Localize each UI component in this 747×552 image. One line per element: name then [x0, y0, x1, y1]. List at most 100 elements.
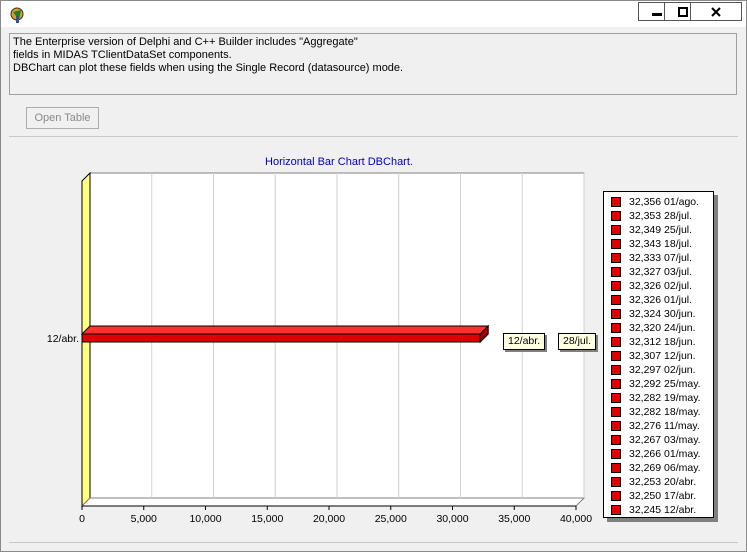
x-tick-label: 0: [79, 513, 85, 525]
legend-label: 32,327 03/jul.: [629, 266, 693, 278]
legend-label: 32,282 18/may.: [629, 406, 701, 418]
legend-item: 32,312 18/jun.: [604, 335, 713, 349]
legend-item: 32,326 01/jul.: [604, 293, 713, 307]
x-tick-label: 5,000: [131, 513, 157, 525]
legend-swatch: [611, 211, 621, 221]
info-panel: The Enterprise version of Delphi and C++…: [9, 33, 737, 95]
legend-item: 32,282 19/may.: [604, 391, 713, 405]
divider-bottom: [9, 542, 738, 543]
bar-mark-label: 28/jul.: [558, 333, 597, 350]
title-bar[interactable]: [1, 1, 746, 27]
legend-label: 32,320 24/jun.: [629, 322, 696, 334]
legend-label: 32,343 18/jul.: [629, 238, 693, 250]
x-tick-label: 15,000: [251, 513, 283, 525]
legend-label: 32,266 01/may.: [629, 448, 701, 460]
info-line: fields in MIDAS TClientDataSet component…: [13, 49, 232, 61]
legend-item: 32,320 24/jun.: [604, 321, 713, 335]
legend-swatch: [611, 239, 621, 249]
legend-label: 32,245 12/abr.: [629, 504, 697, 516]
divider: [9, 136, 738, 137]
legend-swatch: [611, 435, 621, 445]
legend-swatch: [611, 253, 621, 263]
legend-swatch: [611, 379, 621, 389]
legend-label: 32,297 02/jun.: [629, 364, 696, 376]
legend-swatch: [611, 463, 621, 473]
legend-item: 32,353 28/jul.: [604, 209, 713, 223]
legend-item: 32,343 18/jul.: [604, 237, 713, 251]
legend-label: 32,324 30/jun.: [629, 308, 696, 320]
legend-label: 32,307 12/jun.: [629, 350, 696, 362]
legend-label: 32,333 07/jul.: [629, 252, 693, 264]
maximize-icon: [678, 6, 688, 17]
chart-title: Horizontal Bar Chart DBChart.: [265, 156, 413, 168]
x-tick-label: 30,000: [436, 513, 468, 525]
legend-swatch: [611, 449, 621, 459]
app-window: The Enterprise version of Delphi and C++…: [0, 0, 747, 552]
legend-swatch: [611, 281, 621, 291]
legend-swatch: [611, 309, 621, 319]
legend-item: 32,282 18/may.: [604, 405, 713, 419]
legend-item: 32,267 03/may.: [604, 433, 713, 447]
info-line: DBChart can plot these fields when using…: [13, 62, 404, 74]
legend-label: 32,269 06/may.: [629, 462, 701, 474]
x-tick-label: 20,000: [313, 513, 345, 525]
close-button[interactable]: [690, 2, 742, 21]
legend-item: 32,250 17/abr.: [604, 489, 713, 503]
legend-label: 32,250 17/abr.: [629, 490, 697, 502]
legend-swatch: [611, 197, 621, 207]
legend-item: 32,253 20/abr.: [604, 475, 713, 489]
legend-item: 32,297 02/jun.: [604, 363, 713, 377]
legend-label: 32,356 01/ago.: [629, 196, 700, 208]
legend-swatch: [611, 421, 621, 431]
open-table-button[interactable]: Open Table: [26, 107, 99, 129]
bar-top: [80, 325, 490, 335]
legend-item: 32,333 07/jul.: [604, 251, 713, 265]
legend-swatch: [611, 393, 621, 403]
chart-floor: [80, 497, 586, 507]
x-tick-label: 10,000: [189, 513, 221, 525]
legend-swatch: [611, 365, 621, 375]
legend-swatch: [611, 323, 621, 333]
legend-item: 32,266 01/may.: [604, 447, 713, 461]
legend-item: 32,269 06/may.: [604, 461, 713, 475]
close-icon: [711, 6, 721, 17]
legend-item: 32,349 25/jul.: [604, 223, 713, 237]
legend-swatch: [611, 295, 621, 305]
legend-item: 32,307 12/jun.: [604, 349, 713, 363]
legend-label: 32,282 19/may.: [629, 392, 701, 404]
legend-label: 32,326 02/jul.: [629, 280, 693, 292]
legend-item: 32,324 30/jun.: [604, 307, 713, 321]
legend-item: 32,327 03/jul.: [604, 265, 713, 279]
legend-label: 32,292 25/may.: [629, 378, 701, 390]
legend-item: 32,245 12/abr.: [604, 503, 713, 517]
y-tick-label: 12/abr.: [47, 333, 79, 345]
legend-item: 32,326 02/jul.: [604, 279, 713, 293]
legend-label: 32,353 28/jul.: [629, 210, 693, 222]
legend-swatch: [611, 267, 621, 277]
legend-swatch: [611, 337, 621, 347]
legend-item: 32,356 01/ago.: [604, 195, 713, 209]
delphi-app-icon: [10, 7, 24, 23]
legend-label: 32,267 03/may.: [629, 434, 701, 446]
legend-swatch: [611, 351, 621, 361]
legend-label: 32,326 01/jul.: [629, 294, 693, 306]
legend-swatch: [611, 505, 621, 515]
legend-label: 32,349 25/jul.: [629, 224, 693, 236]
legend-swatch: [611, 491, 621, 501]
legend-item: 32,292 25/may.: [604, 377, 713, 391]
legend-label: 32,312 18/jun.: [629, 336, 696, 348]
legend-item: 32,276 11/may.: [604, 419, 713, 433]
bar: [81, 333, 481, 343]
minimize-icon: [652, 12, 662, 16]
x-tick-label: 25,000: [375, 513, 407, 525]
legend-swatch: [611, 407, 621, 417]
info-line: The Enterprise version of Delphi and C++…: [13, 36, 358, 48]
legend-label: 32,276 11/may.: [629, 420, 700, 432]
x-tick-label: 40,000: [560, 513, 592, 525]
legend-swatch: [611, 477, 621, 487]
bar-mark-label: 12/abr.: [503, 333, 546, 350]
x-tick-label: 35,000: [498, 513, 530, 525]
legend-label: 32,253 20/abr.: [629, 476, 697, 488]
legend-swatch: [611, 225, 621, 235]
chart-legend: 32,356 01/ago. 32,353 28/jul. 32,349 25/ju…: [603, 191, 714, 518]
